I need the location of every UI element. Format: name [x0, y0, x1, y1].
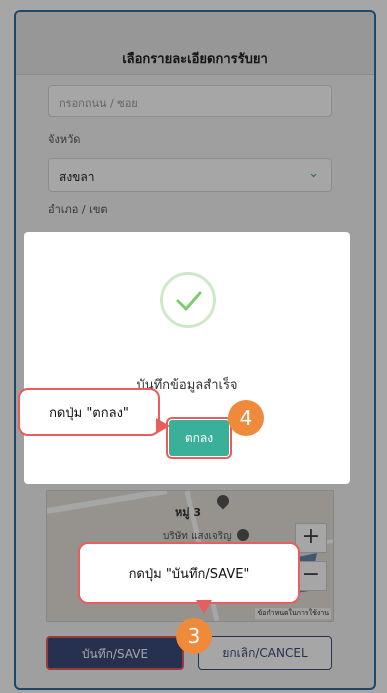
callout-pointer — [196, 600, 212, 614]
success-check-icon — [160, 272, 216, 328]
callout-save: กดปุ่ม "บันทึก/SAVE" — [78, 542, 300, 604]
step-badge-4: 4 — [228, 400, 264, 436]
step-badge-3: 3 — [176, 618, 212, 654]
callout-pointer — [156, 418, 170, 434]
callout-ok: กดปุ่ม "ตกลง" — [18, 388, 160, 436]
ok-button[interactable]: ตกลง — [166, 417, 232, 459]
success-dialog: บันทึกข้อมูลสำเร็จ ตกลง — [24, 232, 350, 484]
